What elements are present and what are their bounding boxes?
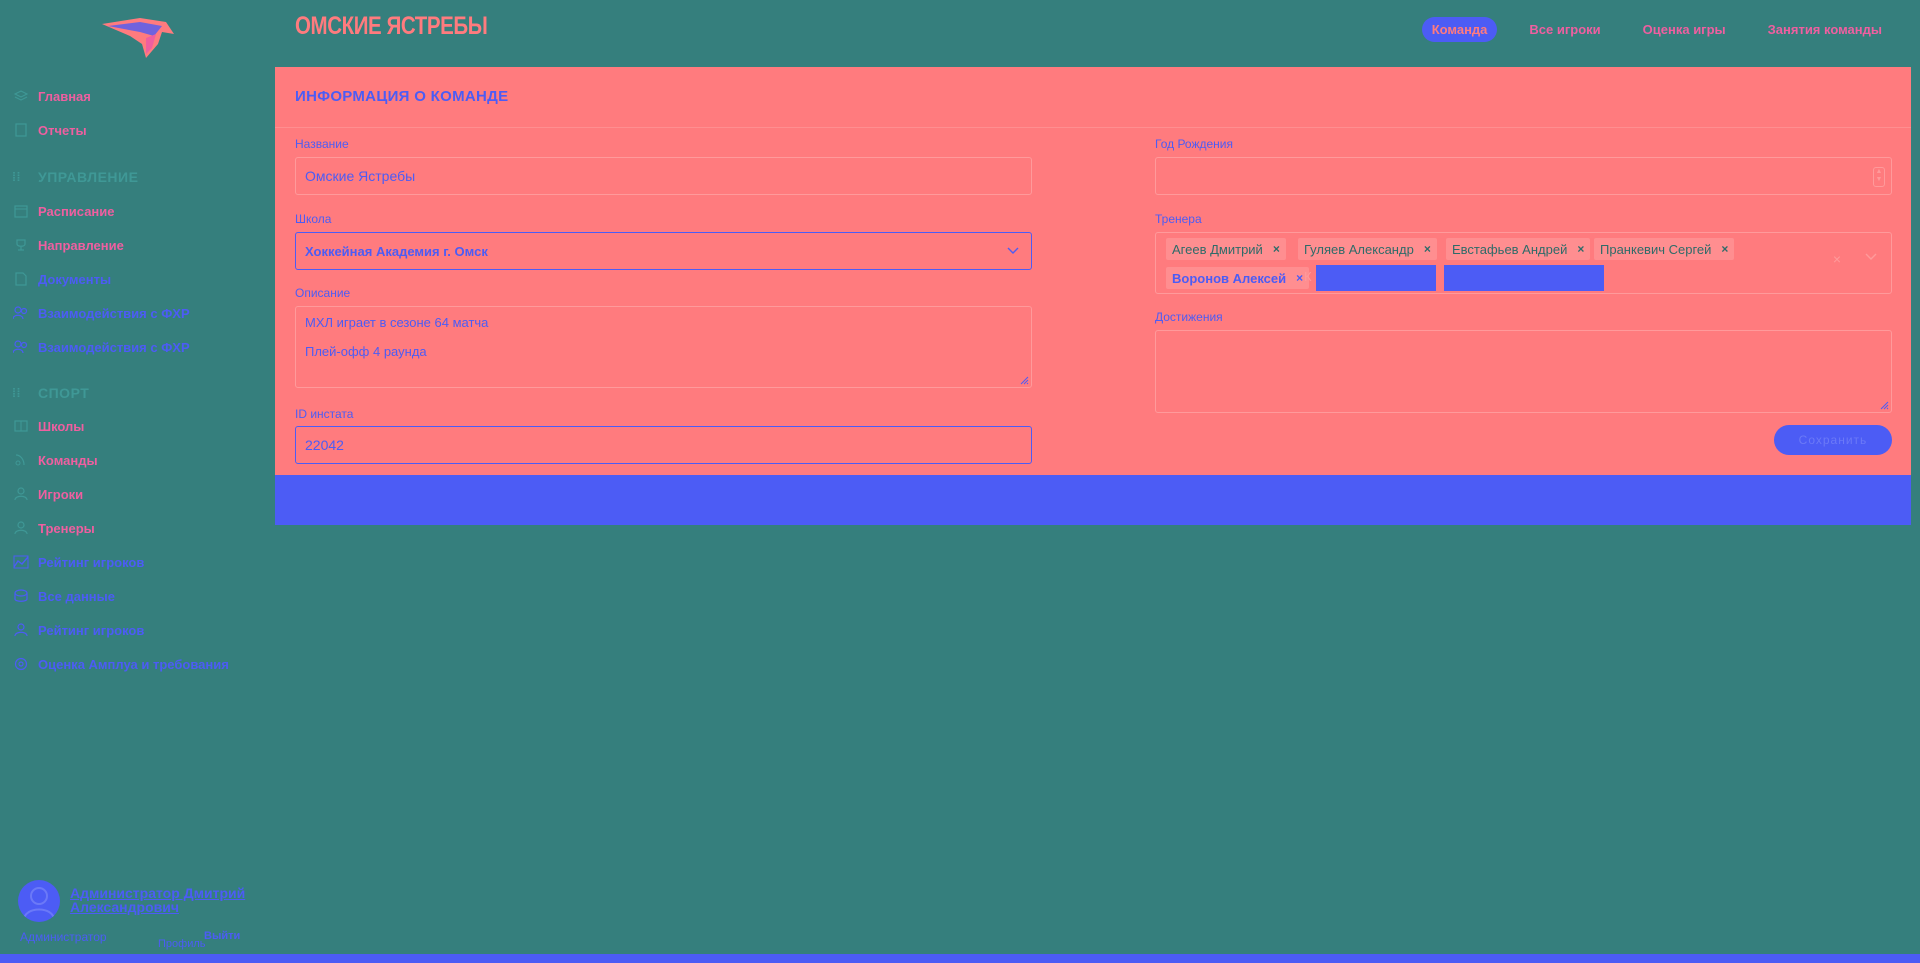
logout-link[interactable]: Выйти	[204, 930, 240, 942]
save-button[interactable]: Сохранить	[1774, 425, 1892, 455]
section-sport: ⁞⁞ СПОРТ	[12, 385, 90, 401]
clear-icon[interactable]: ×	[1833, 251, 1841, 267]
card-footer	[275, 475, 1911, 525]
birth-year-input[interactable]: ▲ ▼	[1155, 157, 1892, 195]
sidebar-item-player-rating-2[interactable]: Рейтинг игроков	[12, 619, 144, 641]
profile-link[interactable]: Профиль	[158, 938, 206, 950]
remove-tag-icon[interactable]: ×	[1273, 242, 1280, 256]
team-icon	[12, 452, 30, 468]
settings-icon	[12, 656, 30, 672]
person-icon	[12, 622, 30, 638]
tab-all-players[interactable]: Все игроки	[1519, 17, 1610, 42]
sidebar-item-schedule[interactable]: Расписание	[12, 200, 115, 222]
coach-icon	[12, 520, 30, 536]
remove-tag-icon[interactable]: ×	[1721, 242, 1728, 256]
sidebar-item-documents[interactable]: Документы	[12, 268, 111, 290]
achievements-textarea[interactable]	[1155, 330, 1892, 413]
layers-icon	[12, 88, 30, 104]
sidebar-item-reports[interactable]: Отчеты	[12, 119, 87, 141]
coach-tag: Агеев Дмитрий ×	[1166, 238, 1286, 260]
tab-team-sessions[interactable]: Занятия команды	[1758, 17, 1892, 42]
number-spinner-icon[interactable]: ▲ ▼	[1873, 167, 1885, 187]
description-label: Описание	[295, 286, 351, 300]
sidebar-item-coaches[interactable]: Тренеры	[12, 517, 95, 539]
rating-icon	[12, 554, 30, 570]
school-label: Школа	[295, 212, 332, 226]
sidebar-item-schools[interactable]: Школы	[12, 415, 84, 437]
sidebar-item-fhr-1[interactable]: Взаимодействия с ФХР	[12, 302, 190, 324]
sidebar-item-direction[interactable]: Направление	[12, 234, 124, 256]
sidebar-item-role-assessment[interactable]: Оценка Амплуа и требования	[12, 653, 229, 675]
chevron-down-icon	[1007, 244, 1019, 258]
resize-handle-icon[interactable]	[1019, 375, 1029, 385]
sidebar-item-teams[interactable]: Команды	[12, 449, 98, 471]
card-header: ИНФОРМАЦИЯ О КОМАНДЕ	[275, 67, 1911, 128]
sidebar-item-fhr-2[interactable]: Взаимодействия с ФХР	[12, 336, 190, 358]
sidebar-item-players[interactable]: Игроки	[12, 483, 83, 505]
chevron-down-icon[interactable]	[1865, 250, 1877, 264]
hawk-logo[interactable]	[100, 14, 176, 62]
coach-tag: Евстафьев Андрей ×	[1446, 238, 1591, 260]
sidebar-item-all-data[interactable]: Все данные	[12, 585, 115, 607]
calendar-icon	[12, 203, 30, 219]
sidebar: Главная Отчеты ⁞⁞ УПРАВЛЕНИЕ Расписание …	[0, 0, 260, 963]
school-icon	[12, 418, 30, 434]
player-icon	[12, 486, 30, 502]
user-profile: Администратор Дмитрий Александрович Адми…	[18, 880, 248, 960]
file-icon	[12, 271, 30, 287]
card-title: ИНФОРМАЦИЯ О КОМАНДЕ	[295, 88, 509, 105]
birth-year-label: Год Рождения	[1155, 137, 1233, 151]
user-name[interactable]: Администратор Дмитрий Александрович	[70, 886, 250, 914]
user-role: Администратор	[20, 930, 107, 944]
grid-dots-icon: ⁞⁞	[12, 386, 21, 400]
school-select[interactable]: Хоккейная Академия г. Омск	[295, 232, 1032, 270]
top-nav: Команда Все игроки Оценка игры Занятия к…	[1421, 17, 1892, 42]
sidebar-item-player-rating[interactable]: Рейтинг игроков	[12, 551, 144, 573]
document-icon	[12, 122, 30, 138]
users-icon	[12, 339, 30, 355]
avatar[interactable]	[18, 880, 60, 922]
sidebar-item-home[interactable]: Главная	[12, 85, 91, 107]
users-icon	[12, 305, 30, 321]
coach-search-input[interactable]: К	[1304, 269, 1312, 284]
remove-tag-icon[interactable]: ×	[1577, 242, 1584, 256]
tab-game-rating[interactable]: Оценка игры	[1633, 17, 1736, 42]
team-name-input[interactable]: Омские Ястребы	[295, 157, 1032, 195]
remove-tag-icon[interactable]: ×	[1296, 271, 1303, 285]
grid-dots-icon: ⁞⁞	[12, 170, 21, 184]
coach-tag: Пранкевич Сергей ×	[1594, 238, 1735, 260]
resize-handle-icon[interactable]	[1879, 400, 1889, 410]
coach-tag: Гуляев Александр ×	[1298, 238, 1437, 260]
coach-option-highlight[interactable]	[1316, 265, 1436, 291]
bottom-bar	[0, 954, 1920, 963]
brand-title: ОМСКИЕ ЯСТРЕБЫ	[295, 12, 488, 40]
tab-team[interactable]: Команда	[1421, 17, 1498, 42]
coaches-label: Тренера	[1155, 212, 1202, 226]
coaches-multiselect[interactable]: Агеев Дмитрий × Гуляев Александр × Евста…	[1155, 232, 1892, 294]
coach-tag-selected: Воронов Алексей ×	[1166, 267, 1310, 289]
insta-id-input[interactable]: 22042	[295, 426, 1032, 464]
insta-id-label: ID инстата	[295, 407, 354, 421]
coach-option-highlight[interactable]	[1444, 265, 1604, 291]
remove-tag-icon[interactable]: ×	[1424, 242, 1431, 256]
achievements-label: Достижения	[1155, 310, 1223, 324]
section-management: ⁞⁞ УПРАВЛЕНИЕ	[12, 169, 139, 185]
name-label: Название	[295, 137, 349, 151]
description-textarea[interactable]: МХЛ играет в сезоне 64 матча Плей-офф 4 …	[295, 306, 1032, 388]
team-info-card: ИНФОРМАЦИЯ О КОМАНДЕ Название Омские Яст…	[275, 67, 1911, 475]
data-icon	[12, 588, 30, 604]
trophy-icon	[12, 237, 30, 253]
